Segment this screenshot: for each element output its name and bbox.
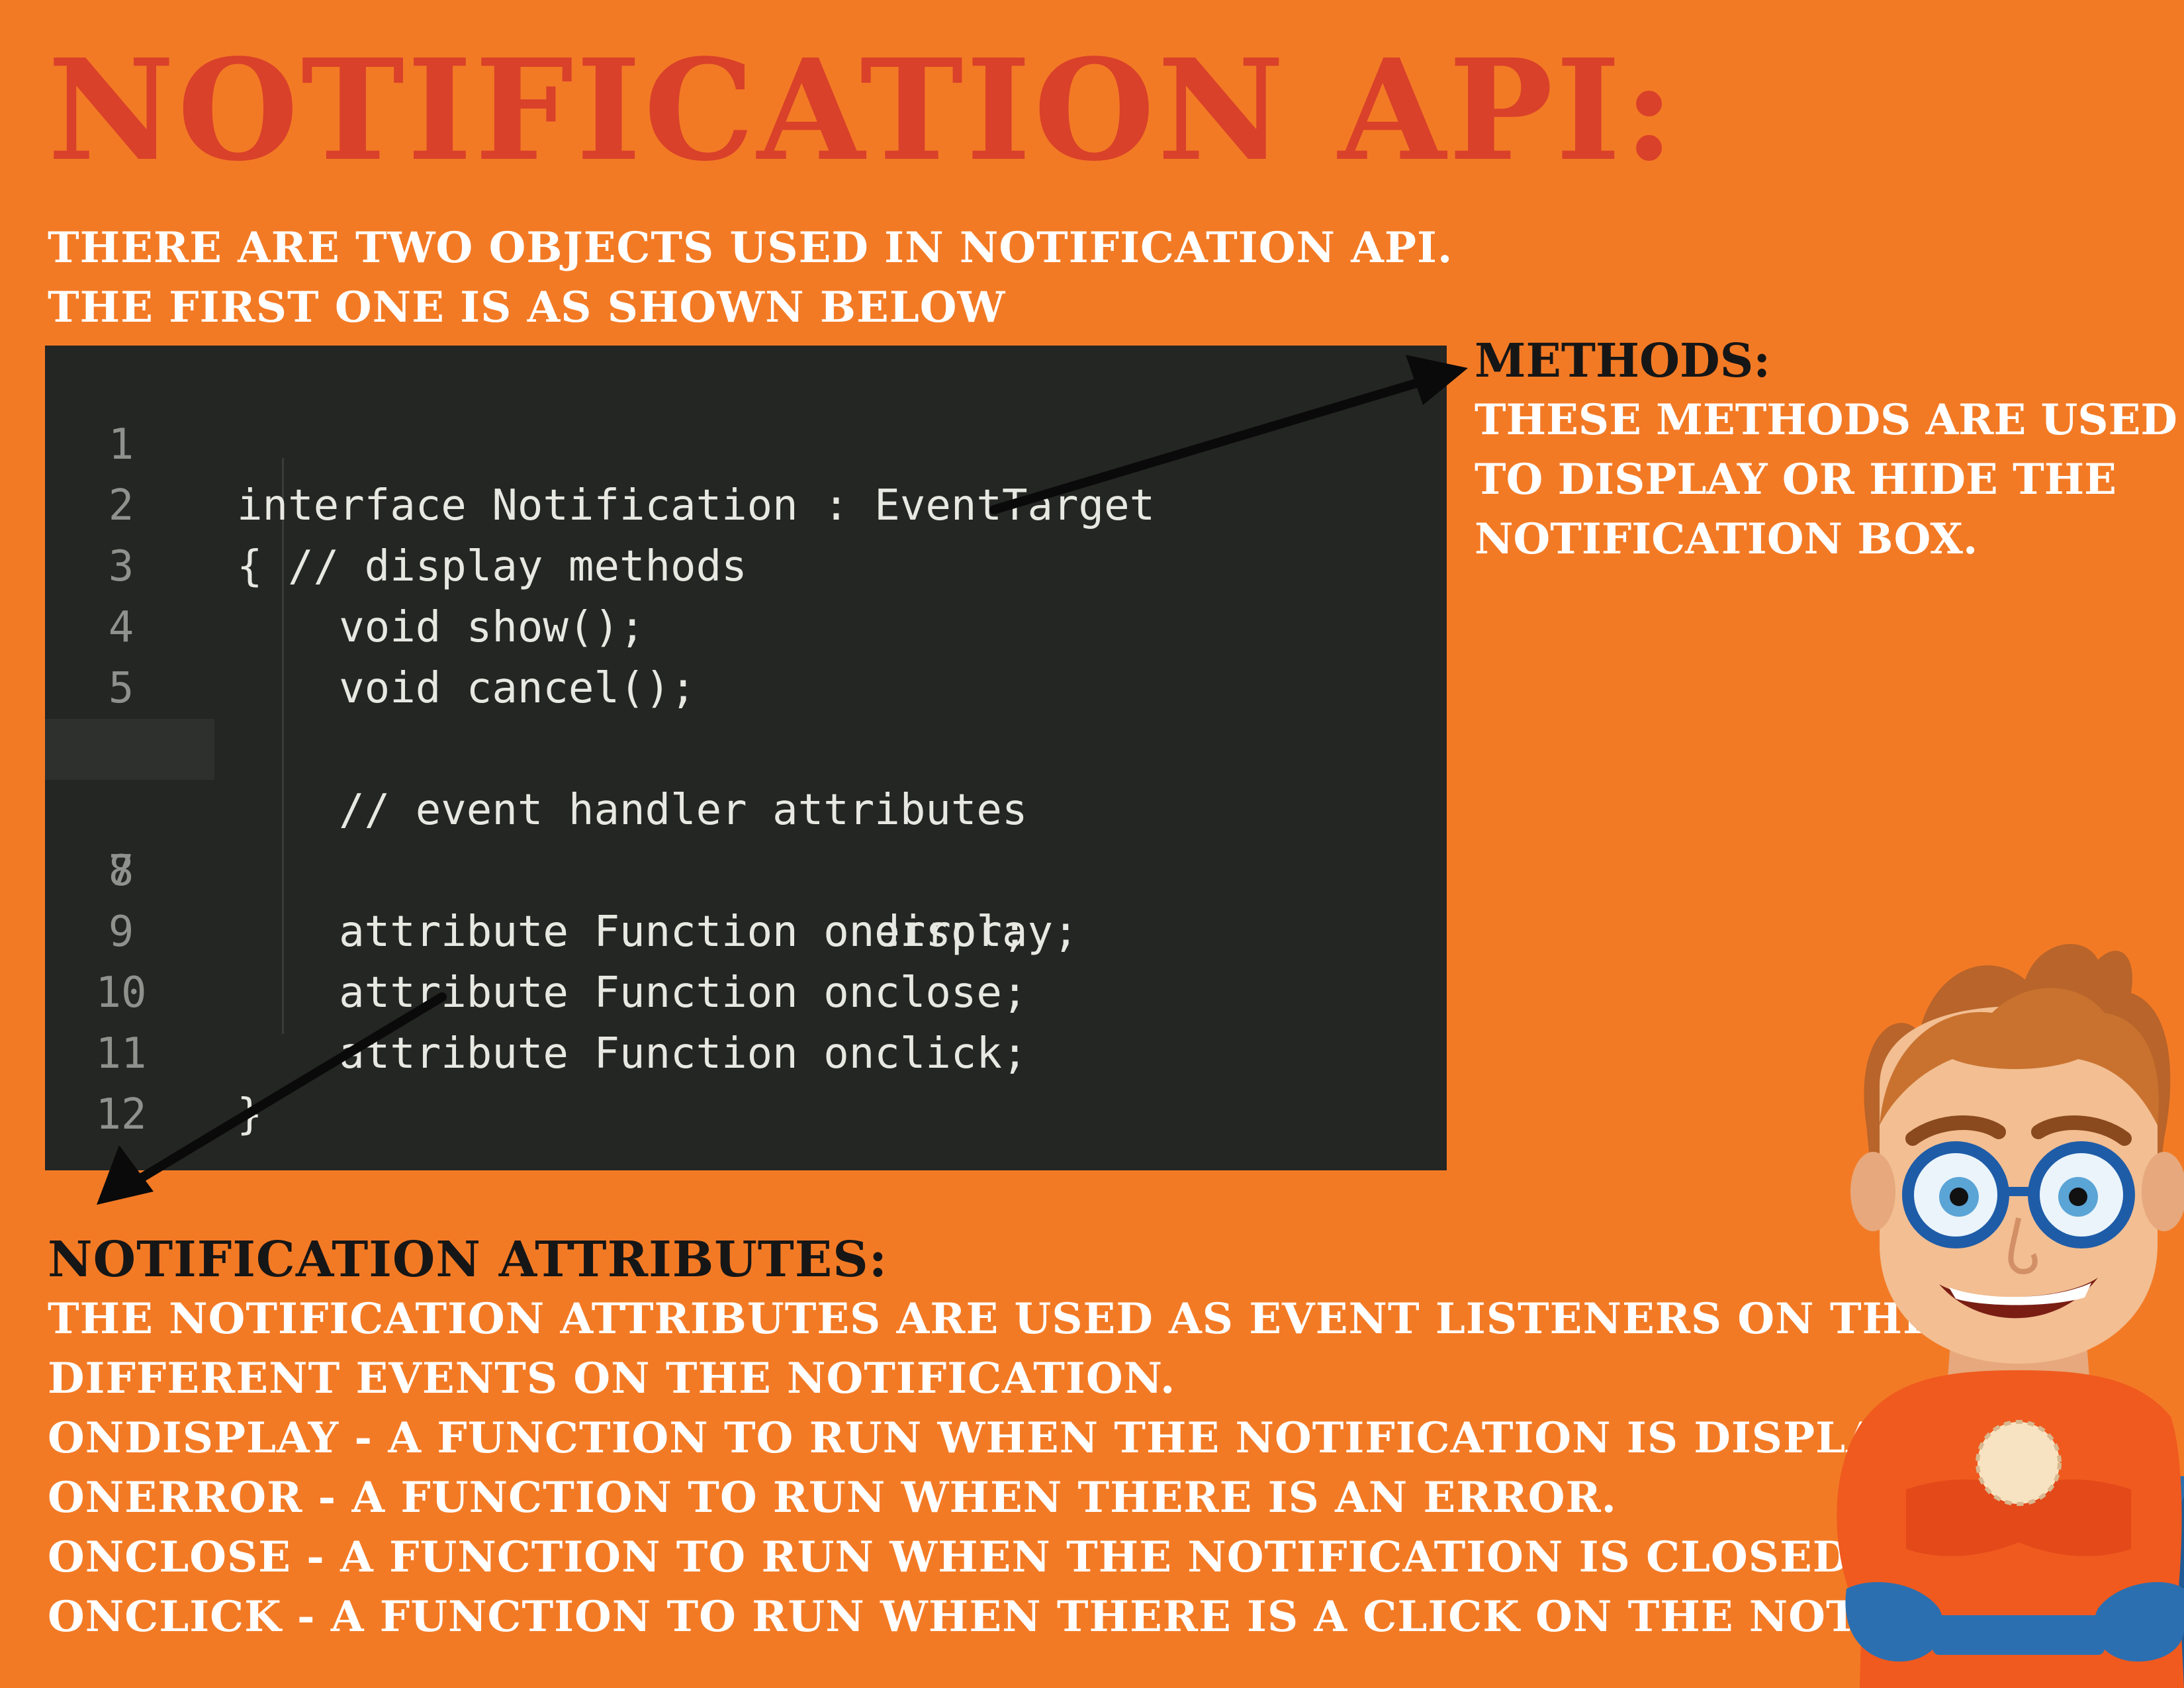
arrow-down-left-icon (97, 992, 447, 1205)
arrow-right-icon (989, 355, 1468, 514)
mascot-illustration (1837, 944, 2184, 1688)
overlay-graphics (97, 355, 2184, 1688)
